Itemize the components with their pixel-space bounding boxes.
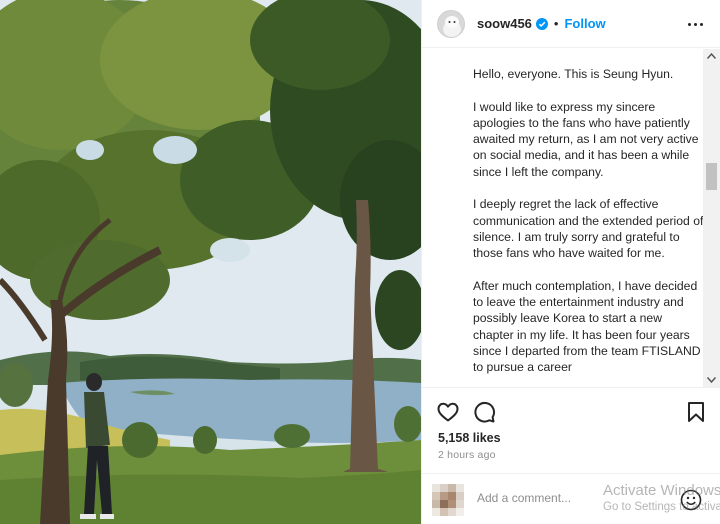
separator-dot: • xyxy=(553,16,559,31)
heart-icon[interactable] xyxy=(436,400,460,424)
caption-scrollbar[interactable] xyxy=(703,49,720,387)
likes-count[interactable]: 5,158 likes xyxy=(438,431,501,445)
caption-paragraph: I would like to express my sincere apolo… xyxy=(473,99,699,179)
post-header: soow456 • Follow xyxy=(422,0,720,48)
caption-paragraph: After much contemplation, I have decided… xyxy=(473,278,701,375)
post-caption: Hello, everyone. This is Seung Hyun. I w… xyxy=(473,66,705,387)
caption-scroll-area[interactable]: Hello, everyone. This is Seung Hyun. I w… xyxy=(422,49,720,387)
post-photo[interactable] xyxy=(0,0,421,524)
scroll-up-arrow-icon[interactable] xyxy=(703,49,720,63)
comment-input[interactable] xyxy=(477,491,617,505)
scroll-down-arrow-icon[interactable] xyxy=(703,373,720,387)
post-timestamp[interactable]: 2 hours ago xyxy=(438,449,496,461)
avatar-image xyxy=(438,10,464,37)
scrollbar-thumb[interactable] xyxy=(706,163,717,190)
verified-badge-icon xyxy=(535,17,548,30)
username-link[interactable]: soow456 xyxy=(477,16,532,31)
post-side-panel: soow456 • Follow Hello, everyone. This i… xyxy=(421,0,720,524)
commenter-avatar xyxy=(432,484,464,516)
post-actions: 5,158 likes 2 hours ago xyxy=(422,387,720,472)
bookmark-icon[interactable] xyxy=(684,400,708,424)
caption-paragraph: I deeply regret the lack of effective co… xyxy=(473,197,704,261)
profile-avatar[interactable] xyxy=(437,9,465,38)
landscape-image xyxy=(0,0,421,524)
more-options-icon[interactable] xyxy=(685,14,705,34)
follow-button[interactable]: Follow xyxy=(564,16,605,31)
caption-paragraph: Hello, everyone. This is Seung Hyun. xyxy=(473,67,674,81)
comment-bar xyxy=(422,473,720,524)
comment-icon[interactable] xyxy=(472,400,496,424)
emoji-icon[interactable] xyxy=(680,489,702,511)
